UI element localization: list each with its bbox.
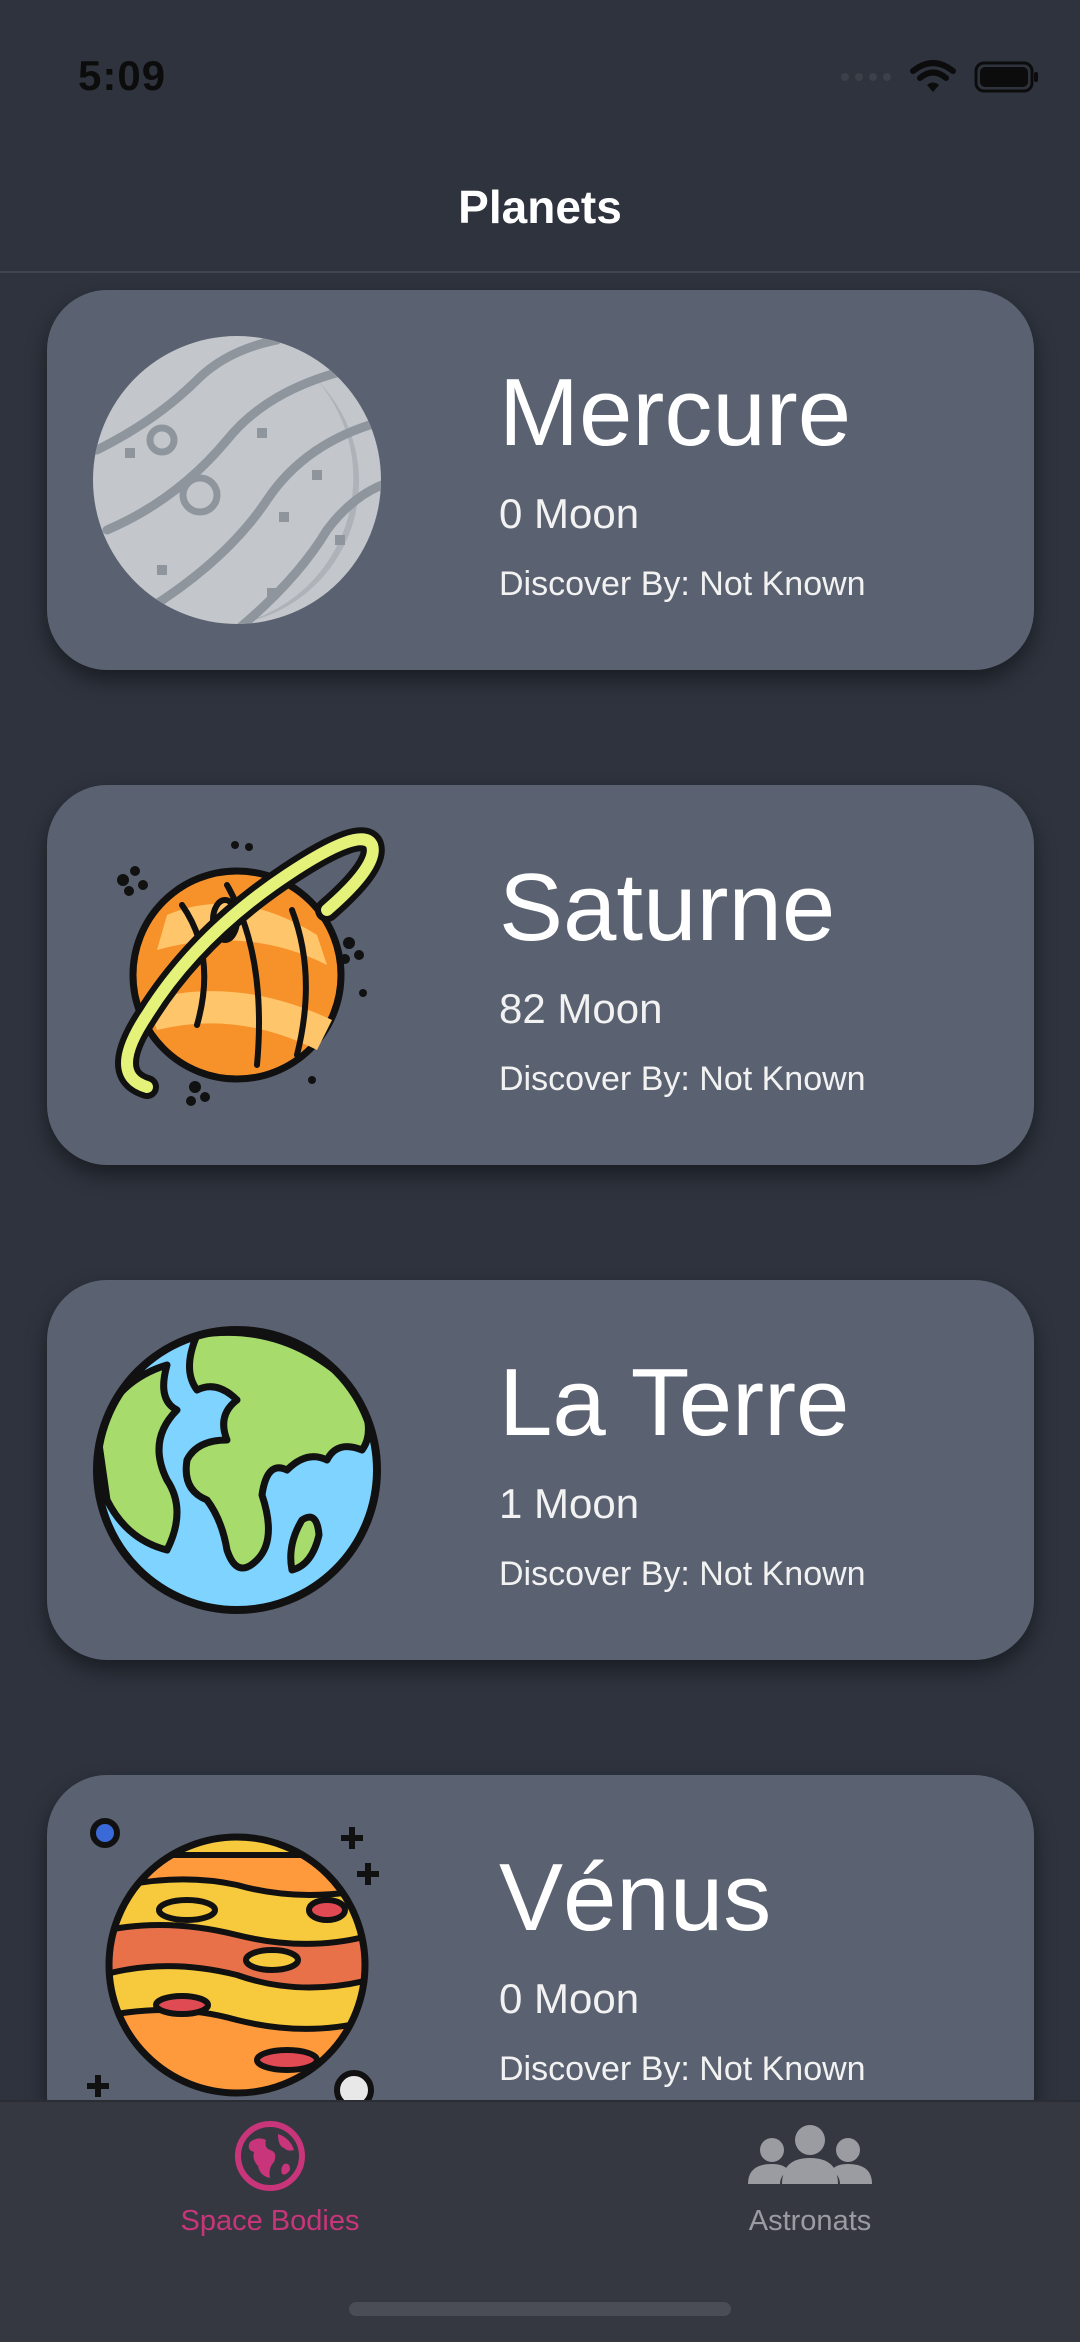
planet-moon-count: 82 Moon bbox=[499, 985, 663, 1032]
planet-name: La Terre bbox=[499, 1349, 850, 1456]
tab-label: Astronats bbox=[748, 2205, 872, 2237]
planet-name: Mercure bbox=[499, 359, 852, 466]
tab-label: Space Bodies bbox=[180, 2205, 360, 2237]
earth-planet-icon bbox=[93, 1326, 381, 1614]
status-time: 5:09 bbox=[78, 52, 167, 99]
planet-card-mercure[interactable]: Mercure 0 Moon Discover By: Not Known bbox=[47, 290, 1034, 670]
planet-card-venus[interactable]: Vénus 0 Moon Discover By: Not Known bbox=[47, 1775, 1034, 2100]
globe-icon bbox=[235, 2121, 305, 2191]
people-icon bbox=[748, 2125, 872, 2184]
planet-discoverer: Discover By: Not Known bbox=[499, 1555, 866, 1593]
tab-space-bodies[interactable]: Space Bodies bbox=[120, 2120, 420, 2238]
planet-name: Vénus bbox=[499, 1844, 772, 1951]
wifi-icon bbox=[910, 60, 956, 92]
venus-planet-icon bbox=[87, 1818, 379, 2100]
status-icons bbox=[840, 60, 1040, 94]
tab-astronats[interactable]: Astronats bbox=[660, 2120, 960, 2238]
saturn-planet-icon bbox=[115, 827, 385, 1106]
mercury-planet-icon bbox=[93, 336, 381, 624]
planet-card-saturne[interactable]: Saturne 82 Moon Discover By: Not Known bbox=[47, 785, 1034, 1165]
planet-card-la-terre[interactable]: La Terre 1 Moon Discover By: Not Known bbox=[47, 1280, 1034, 1660]
page-title: Planets bbox=[458, 181, 622, 233]
battery-icon bbox=[974, 61, 1038, 93]
planet-moon-count: 0 Moon bbox=[499, 490, 640, 537]
planet-moon-count: 0 Moon bbox=[499, 1975, 640, 2022]
planet-moon-count: 1 Moon bbox=[499, 1480, 640, 1527]
planet-discoverer: Discover By: Not Known bbox=[499, 2050, 866, 2088]
planet-name: Saturne bbox=[499, 854, 836, 961]
home-indicator bbox=[349, 2302, 731, 2316]
signal-icon bbox=[841, 73, 891, 81]
status-bar: 5:09 bbox=[0, 0, 1080, 150]
planet-discoverer: Discover By: Not Known bbox=[499, 1060, 866, 1098]
planet-list[interactable]: Mercure 0 Moon Discover By: Not Known Sa… bbox=[0, 272, 1080, 2100]
planet-discoverer: Discover By: Not Known bbox=[499, 565, 866, 603]
